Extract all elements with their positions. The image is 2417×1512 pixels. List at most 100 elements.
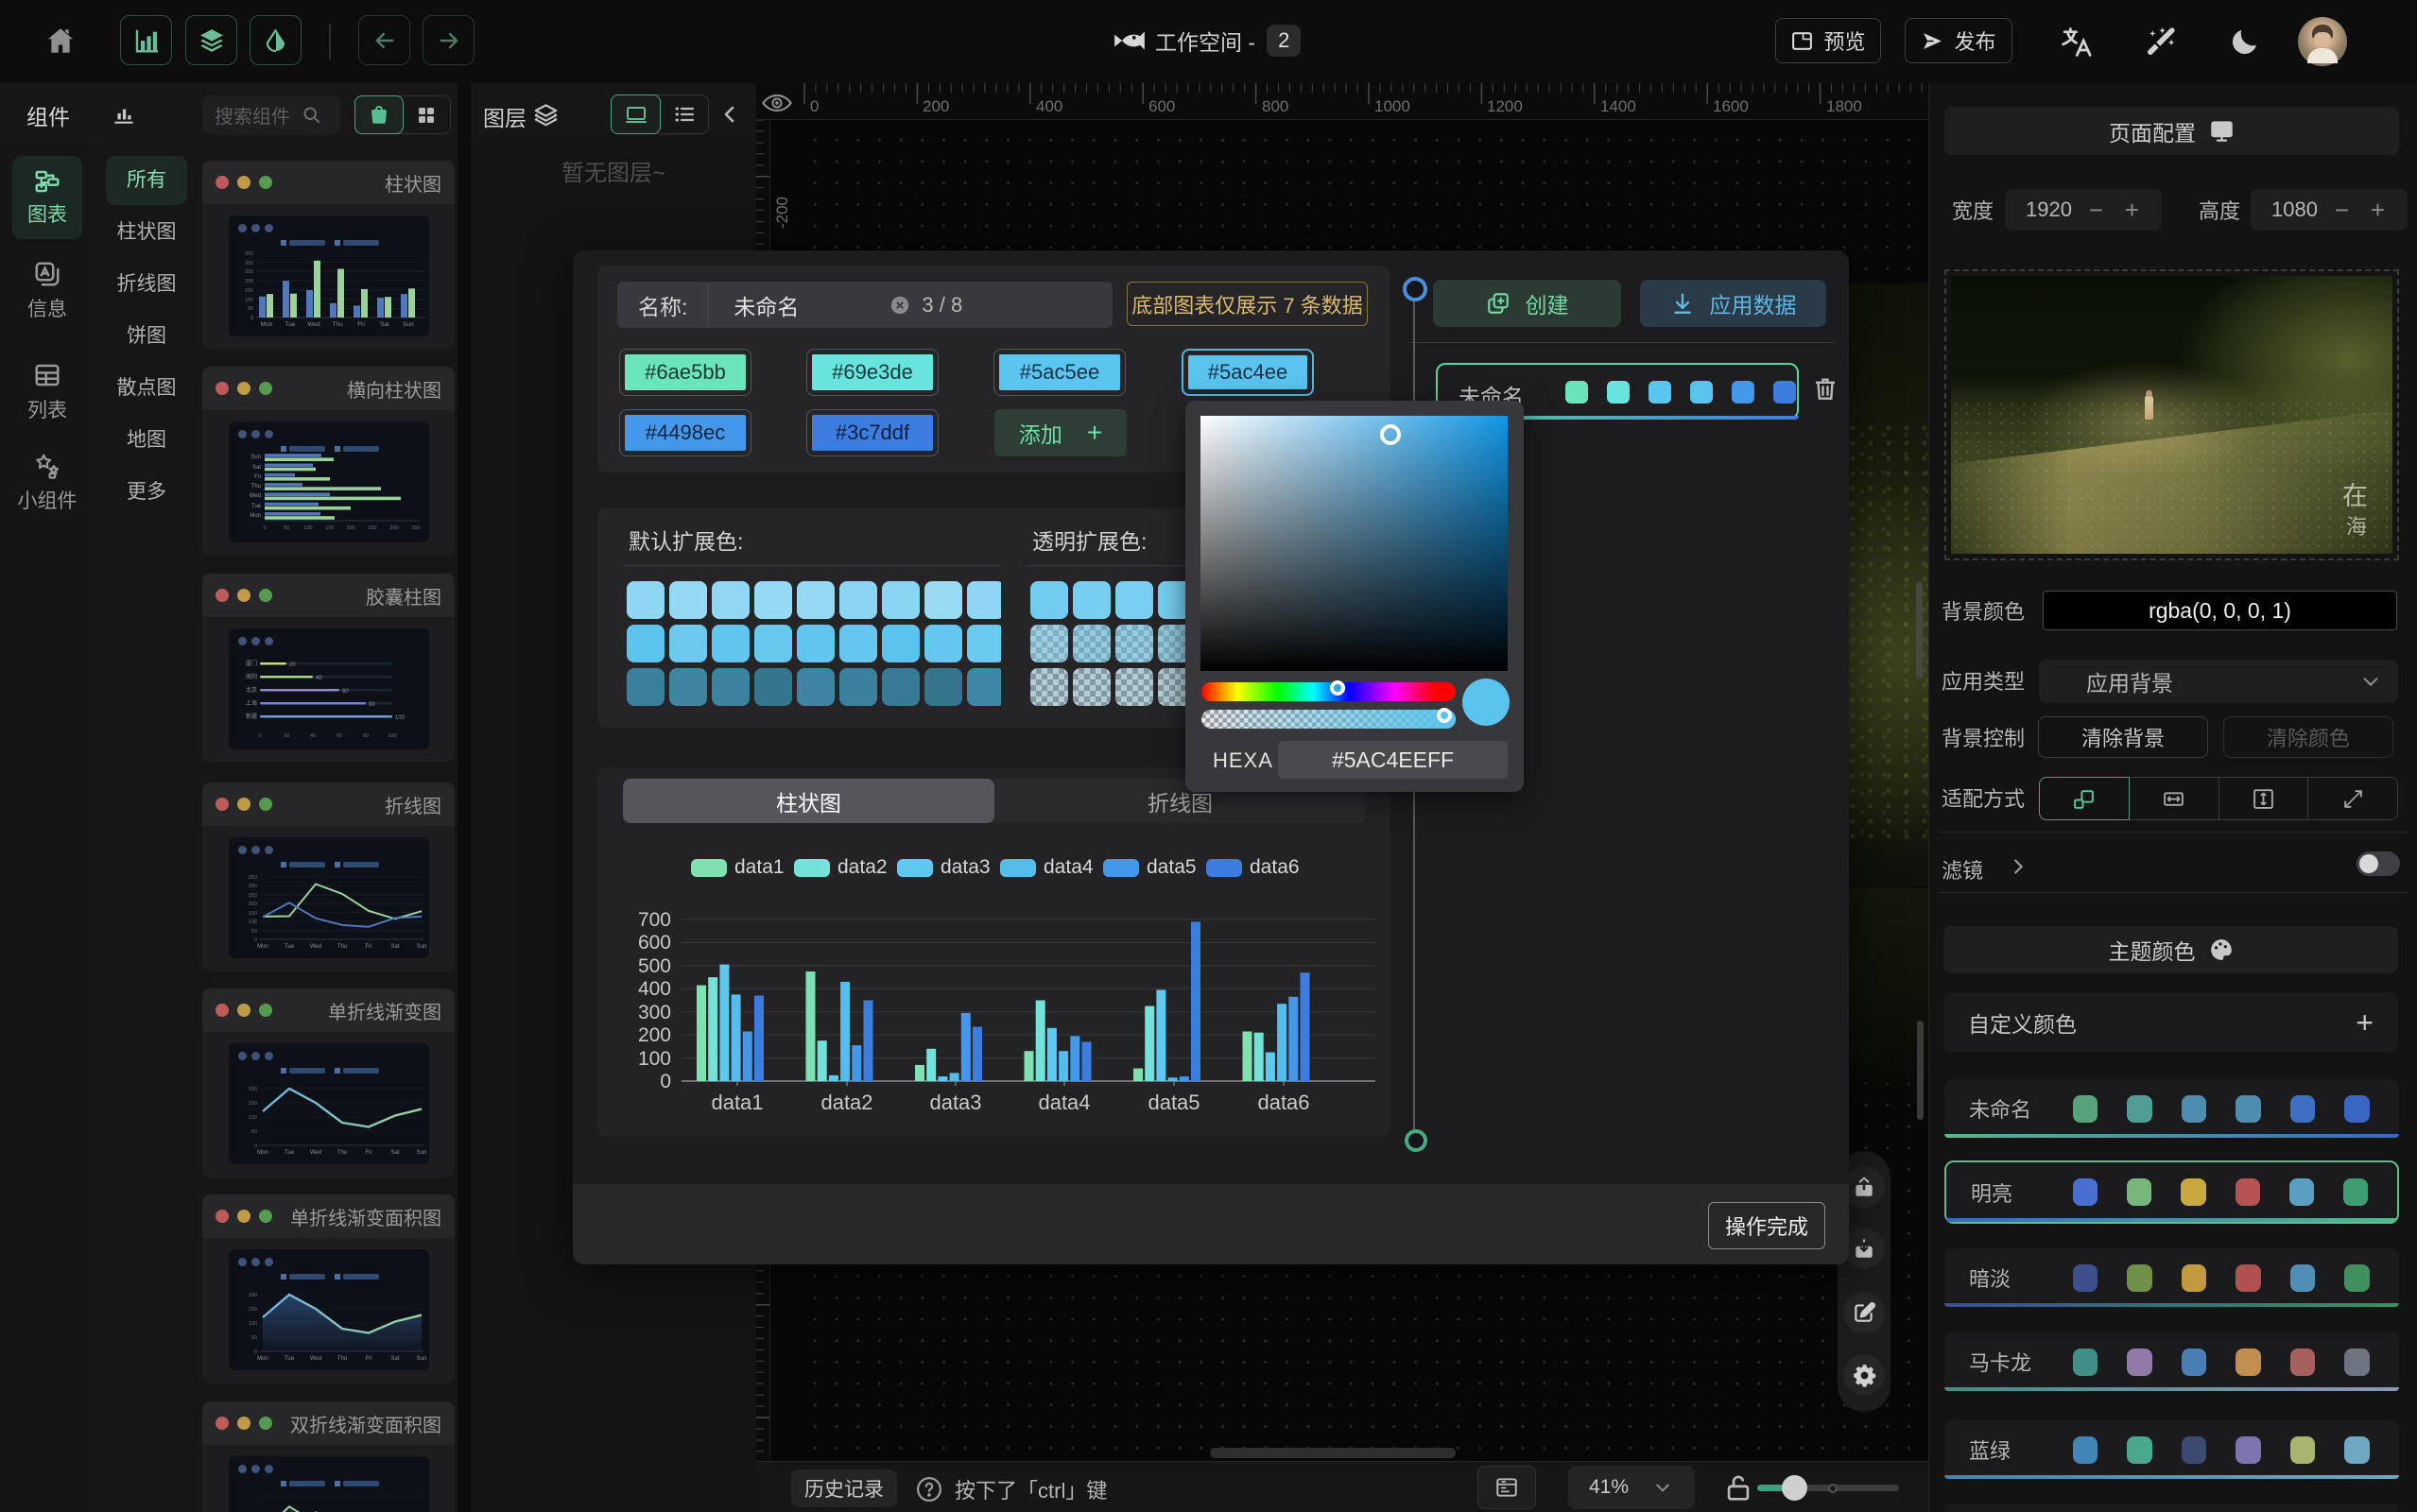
svg-text:Tue: Tue xyxy=(285,1150,295,1156)
svg-text:100: 100 xyxy=(245,298,253,303)
svg-text:350: 350 xyxy=(249,875,257,881)
svg-text:20: 20 xyxy=(284,733,289,739)
svg-text:50: 50 xyxy=(248,306,253,312)
svg-text:data3: data3 xyxy=(929,1091,981,1114)
svg-text:100: 100 xyxy=(395,715,406,721)
svg-text:1000: 1000 xyxy=(1374,97,1410,115)
svg-text:0: 0 xyxy=(250,316,253,321)
svg-text:20: 20 xyxy=(289,662,296,668)
svg-text:300: 300 xyxy=(245,261,253,266)
svg-text:60: 60 xyxy=(337,733,342,739)
svg-text:250: 250 xyxy=(245,269,253,275)
svg-text:150: 150 xyxy=(249,1307,257,1313)
svg-text:Mon: Mon xyxy=(250,513,261,519)
svg-text:Tue: Tue xyxy=(251,504,262,509)
svg-text:Wed: Wed xyxy=(307,321,320,328)
svg-text:Thu: Thu xyxy=(337,944,347,950)
svg-text:400: 400 xyxy=(638,978,671,1000)
svg-text:Fri: Fri xyxy=(366,944,372,950)
svg-text:300: 300 xyxy=(389,525,398,531)
svg-text:150: 150 xyxy=(249,911,257,917)
svg-text:100: 100 xyxy=(303,525,312,531)
svg-text:data5: data5 xyxy=(1148,1091,1200,1114)
svg-text:新疆: 新疆 xyxy=(246,713,257,720)
svg-text:50: 50 xyxy=(251,929,257,935)
svg-text:Wed: Wed xyxy=(310,1356,321,1362)
svg-text:Sun: Sun xyxy=(417,1356,427,1362)
svg-text:Fri: Fri xyxy=(366,1150,372,1156)
svg-text:500: 500 xyxy=(638,955,671,977)
svg-text:80: 80 xyxy=(363,733,369,739)
svg-text:40: 40 xyxy=(316,676,322,681)
svg-text:Thu: Thu xyxy=(251,484,261,490)
svg-text:Fri: Fri xyxy=(357,321,365,328)
svg-text:0: 0 xyxy=(254,937,257,943)
svg-text:1600: 1600 xyxy=(1713,97,1749,115)
svg-text:Wed: Wed xyxy=(310,1150,321,1156)
svg-text:200: 200 xyxy=(923,97,949,115)
svg-text:Thu: Thu xyxy=(337,1356,347,1362)
svg-text:Sun: Sun xyxy=(403,321,414,328)
svg-text:上海: 上海 xyxy=(246,699,257,707)
svg-text:data6: data6 xyxy=(1257,1091,1309,1114)
svg-text:北京: 北京 xyxy=(246,686,257,694)
svg-text:0: 0 xyxy=(263,525,266,531)
svg-text:200: 200 xyxy=(249,1087,257,1092)
svg-text:Sat: Sat xyxy=(390,1356,399,1362)
svg-text:100: 100 xyxy=(249,919,257,925)
svg-text:Thu: Thu xyxy=(337,1150,347,1156)
svg-text:0: 0 xyxy=(810,97,819,115)
svg-text:1200: 1200 xyxy=(1487,97,1523,115)
svg-text:200: 200 xyxy=(245,279,253,284)
svg-text:150: 150 xyxy=(325,525,334,531)
svg-text:100: 100 xyxy=(638,1048,671,1070)
svg-text:data1: data1 xyxy=(711,1091,763,1114)
svg-text:Thu: Thu xyxy=(332,321,343,328)
svg-text:Wed: Wed xyxy=(310,944,321,950)
svg-text:Sun: Sun xyxy=(417,944,427,950)
svg-text:0: 0 xyxy=(254,1143,257,1149)
svg-text:data4: data4 xyxy=(1038,1091,1090,1114)
svg-text:0: 0 xyxy=(258,733,261,739)
svg-text:0: 0 xyxy=(254,1349,257,1355)
svg-text:Sat: Sat xyxy=(380,321,389,328)
svg-text:250: 250 xyxy=(249,893,257,899)
svg-text:350: 350 xyxy=(411,525,420,531)
svg-text:150: 150 xyxy=(245,288,253,294)
svg-text:40: 40 xyxy=(310,733,316,739)
svg-text:200: 200 xyxy=(638,1024,671,1046)
svg-text:400: 400 xyxy=(1036,97,1062,115)
svg-text:Wed: Wed xyxy=(250,493,261,499)
svg-text:300: 300 xyxy=(249,884,257,889)
svg-text:60: 60 xyxy=(342,689,349,695)
svg-text:Sat: Sat xyxy=(390,1150,399,1156)
svg-text:Tue: Tue xyxy=(285,321,296,328)
svg-text:350: 350 xyxy=(245,251,253,257)
svg-text:Sat: Sat xyxy=(390,944,399,950)
svg-text:1800: 1800 xyxy=(1826,97,1862,115)
svg-text:Mon: Mon xyxy=(261,321,273,328)
svg-text:50: 50 xyxy=(251,1129,257,1135)
svg-text:Fri: Fri xyxy=(366,1356,372,1362)
svg-text:250: 250 xyxy=(368,525,376,531)
svg-text:200: 200 xyxy=(249,1293,257,1298)
svg-text:Sat: Sat xyxy=(252,465,261,471)
svg-text:Mon: Mon xyxy=(257,944,268,950)
svg-text:100: 100 xyxy=(249,1115,257,1121)
svg-text:Tue: Tue xyxy=(285,1356,295,1362)
svg-text:80: 80 xyxy=(369,702,375,708)
svg-text:Sun: Sun xyxy=(250,455,261,460)
svg-text:Sun: Sun xyxy=(417,1150,427,1156)
svg-text:厦门: 厦门 xyxy=(246,660,257,667)
svg-text:南阳: 南阳 xyxy=(246,673,257,680)
svg-text:300: 300 xyxy=(638,1002,671,1023)
svg-text:200: 200 xyxy=(346,525,354,531)
svg-text:700: 700 xyxy=(638,909,671,931)
svg-text:0: 0 xyxy=(660,1071,671,1092)
svg-text:50: 50 xyxy=(284,525,289,531)
svg-text:data2: data2 xyxy=(820,1091,872,1114)
svg-text:Mon: Mon xyxy=(257,1150,268,1156)
svg-text:600: 600 xyxy=(1148,97,1175,115)
svg-text:50: 50 xyxy=(251,1335,257,1341)
svg-text:600: 600 xyxy=(638,932,671,954)
